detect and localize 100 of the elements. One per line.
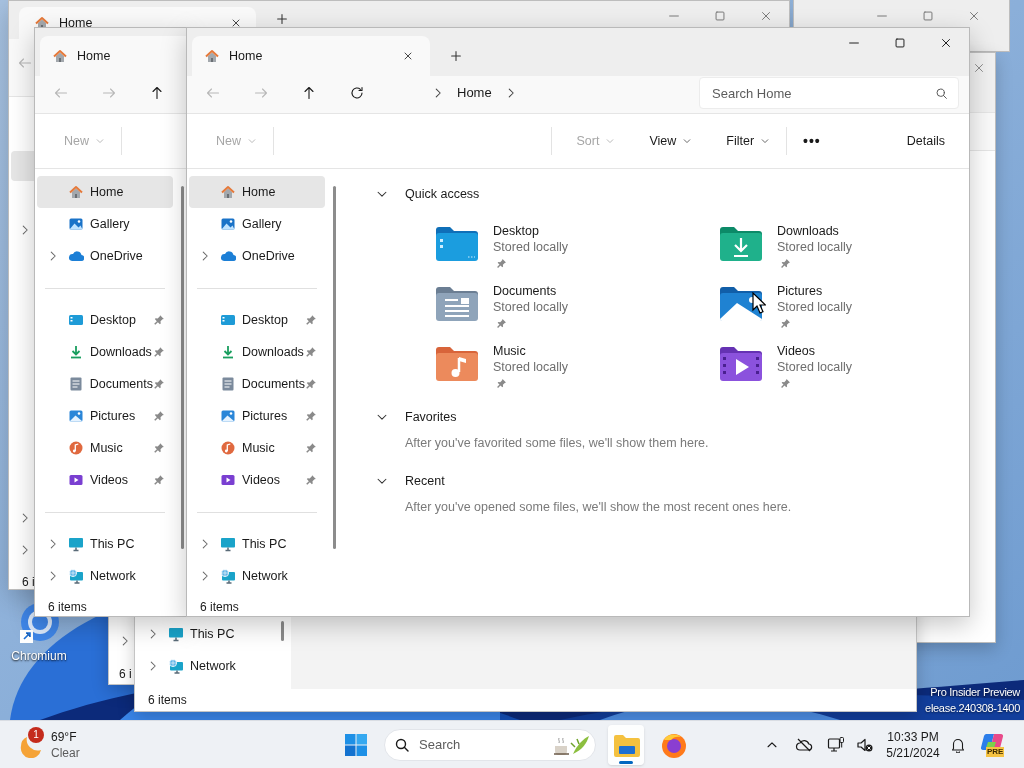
close-icon (759, 9, 773, 23)
monitor-icon (68, 536, 84, 552)
sidebar-item[interactable]: Documents (189, 368, 325, 400)
temperature[interactable]: 69°F (51, 728, 80, 745)
caret-icon (605, 136, 616, 146)
search-icon (394, 736, 410, 753)
sidebar-item[interactable]: Desktop (37, 304, 173, 336)
back-arrow-icon (205, 85, 221, 101)
caret-icon (247, 136, 257, 146)
caret-icon (95, 136, 105, 146)
sidebar-item[interactable]: Network (137, 650, 273, 682)
cursor-icon (752, 292, 766, 314)
folder-name[interactable]: Desktop (493, 223, 569, 239)
desktop-icon (220, 312, 236, 328)
status-text: 6 i (22, 574, 35, 591)
clock[interactable]: 10:33 PM 5/21/2024 (878, 728, 948, 761)
folder-name[interactable]: Pictures (777, 283, 853, 299)
assistant-button[interactable]: PRE (980, 731, 1004, 758)
video-icon (220, 472, 236, 488)
watermark-text: elease.240308-1400 (925, 701, 1020, 716)
close-tab-icon (402, 50, 414, 62)
scrollbar[interactable] (333, 186, 336, 549)
search-field[interactable]: Search Home (699, 77, 959, 109)
sidebar-item[interactable]: Network (189, 560, 325, 592)
image-icon (68, 408, 84, 424)
plus-icon (275, 12, 289, 26)
sidebar-item[interactable]: OneDrive (37, 240, 173, 272)
maximize-icon (893, 36, 907, 50)
running-indicator (619, 760, 633, 764)
empty-message: After you've favorited some files, we'll show them here. (405, 435, 710, 451)
dropdown-button[interactable]: Filter (716, 125, 781, 157)
music-note-icon (220, 440, 236, 456)
sidebar-item[interactable]: OneDrive (189, 240, 325, 272)
storage-status: Stored locally (777, 299, 853, 315)
sidebar-item[interactable]: Music (189, 432, 325, 464)
folder-name[interactable]: Downloads (777, 223, 853, 239)
close-tab-icon (230, 17, 242, 29)
sidebar-item[interactable]: Downloads (37, 336, 173, 368)
weather-condition[interactable]: Clear (51, 744, 80, 761)
storage-status: Stored locally (493, 299, 569, 315)
download-icon (220, 344, 236, 360)
scrollbar[interactable] (181, 186, 184, 549)
folder-name[interactable]: Music (493, 343, 569, 359)
dropdown-button[interactable]: View (639, 125, 703, 157)
music-folder-icon[interactable] (435, 346, 479, 382)
desktop-icon (68, 312, 84, 328)
sidebar-item[interactable]: Gallery (37, 208, 173, 240)
sidebar-item[interactable]: Desktop (189, 304, 325, 336)
sidebar-item[interactable]: Home (37, 176, 173, 208)
forward-arrow-icon (253, 85, 269, 101)
section-header[interactable]: Favorites (375, 406, 969, 428)
sidebar-item[interactable]: Gallery (189, 208, 325, 240)
search-field[interactable]: Search (384, 728, 596, 761)
folder-name[interactable]: Documents (493, 283, 569, 299)
monitor-icon (220, 536, 236, 552)
downloads-folder-icon[interactable] (719, 226, 763, 262)
folder-name[interactable]: Videos (777, 343, 853, 359)
pane-toggle-button[interactable]: Details (896, 125, 955, 157)
tab[interactable]: Home (192, 36, 430, 76)
section-header[interactable]: Quick access (375, 183, 969, 205)
sidebar-item[interactable]: Pictures (189, 400, 325, 432)
close-icon (967, 9, 981, 23)
sidebar-item[interactable]: Videos (37, 464, 173, 496)
sidebar-item[interactable]: This PC (37, 528, 173, 560)
house-icon (204, 48, 220, 64)
up-arrow-icon (301, 85, 317, 101)
download-icon (68, 344, 84, 360)
section-header[interactable]: Recent (375, 470, 969, 492)
breadcrumb[interactable]: Home (457, 83, 492, 103)
caret-icon (760, 136, 771, 146)
back-arrow-icon (53, 85, 69, 101)
sidebar-item[interactable]: Downloads (189, 336, 325, 368)
documents-folder-icon[interactable] (435, 286, 479, 322)
scrollbar[interactable] (281, 621, 284, 641)
sidebar-item[interactable]: Videos (189, 464, 325, 496)
close-icon (939, 36, 953, 50)
cloud-icon (68, 248, 84, 264)
monitor-icon (168, 626, 184, 642)
status-text: 6 items (148, 692, 187, 709)
search-icon (935, 87, 948, 100)
tab[interactable]: Home (40, 36, 186, 76)
sidebar-item[interactable]: Pictures (37, 400, 173, 432)
monitor-plug-icon (827, 735, 845, 754)
sidebar-item[interactable]: Network (37, 560, 173, 592)
sidebar-item[interactable]: This PC (137, 618, 273, 650)
desktop-folder-icon[interactable] (435, 226, 479, 262)
taskbar-app-button[interactable] (608, 724, 644, 765)
sidebar-item[interactable]: Music (37, 432, 173, 464)
preview-badge: PRE (986, 746, 1005, 757)
storage-status: Stored locally (777, 239, 853, 255)
more-options-button[interactable]: ••• (793, 125, 831, 157)
music-note-icon (68, 440, 84, 456)
back-arrow-icon (17, 55, 33, 71)
status-text: 6 items (200, 598, 239, 616)
sidebar-item[interactable]: This PC (189, 528, 325, 560)
videos-folder-icon[interactable] (719, 346, 763, 382)
sidebar-item[interactable]: Documents (37, 368, 173, 400)
image-icon (220, 408, 236, 424)
sidebar-item[interactable]: Home (189, 176, 325, 208)
maximize-icon (713, 9, 727, 23)
